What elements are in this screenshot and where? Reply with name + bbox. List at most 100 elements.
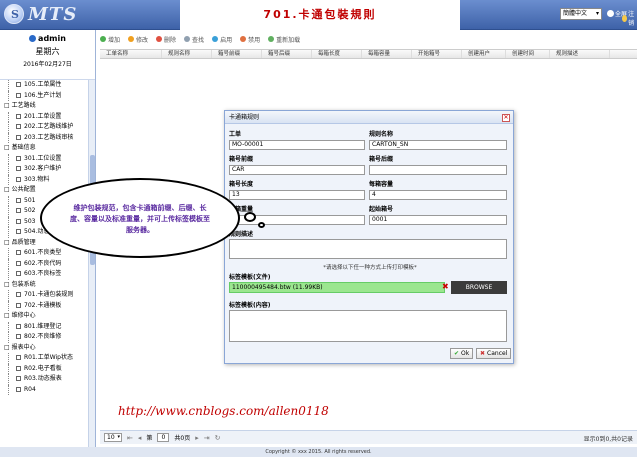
enable-button[interactable]: 启用 [212, 35, 232, 44]
node-icon [16, 197, 21, 203]
nav-item-label: 701.卡通包装规则 [24, 291, 74, 298]
nav-item-label: 301.工位设置 [24, 154, 62, 162]
page-prefix: 第 [146, 435, 153, 442]
nav-item[interactable]: 301.工位设置 [0, 153, 88, 165]
start-input[interactable]: 0001 [369, 215, 507, 225]
column-header[interactable]: 创建时间 [506, 50, 550, 58]
suffix-label: 箱号后缀 [369, 156, 394, 163]
user-name: admin [0, 34, 95, 43]
nav-item-label: R04 [24, 385, 36, 393]
nav-item[interactable]: 105.工单属性 [0, 80, 88, 91]
nav-item[interactable]: R01.工单Wip状态 [0, 353, 88, 364]
node-icon [16, 229, 21, 234]
prefix-input[interactable]: CAR [229, 165, 365, 175]
length-input[interactable]: 13 [229, 190, 365, 200]
nav-group[interactable]: 包装系统 [0, 280, 88, 291]
node-icon [16, 250, 21, 255]
column-header[interactable]: 箱号前缀 [212, 50, 262, 58]
nav-item[interactable]: 801.维理登记 [0, 321, 88, 333]
nav-item-label: 202.工艺路线维护 [24, 123, 74, 130]
nav-item[interactable]: R04 [0, 384, 88, 396]
nav-item[interactable]: 702.卡通模板 [0, 300, 88, 312]
prev-page-icon[interactable]: ◂ [138, 434, 142, 442]
nav-item[interactable]: 603.不良标签 [0, 269, 88, 280]
nav-item-label: 802.不良维修 [24, 333, 62, 340]
nav-item[interactable]: 601.不良类型 [0, 248, 88, 259]
nav-item-label: R03.动态报表 [24, 375, 62, 382]
logo-icon: S [4, 4, 24, 24]
nav-item[interactable]: 203.工艺路线审核 [0, 132, 88, 144]
nav-item[interactable]: 202.工艺路线维护 [0, 122, 88, 133]
nav-group[interactable]: 基础信息 [0, 143, 88, 154]
node-icon [16, 134, 21, 140]
check-icon: ✔ [454, 350, 460, 357]
column-header[interactable]: 工单名称 [100, 50, 162, 58]
close-icon[interactable]: ✕ [502, 114, 510, 122]
pager: 10 ⇤ ◂ 第 0 共0页 ▸ ⇥ ↻ 显示0到0,共0记录 [100, 430, 637, 444]
node-icon [16, 155, 21, 161]
desc-textarea[interactable] [229, 239, 507, 259]
node-icon [16, 355, 21, 360]
node-icon [16, 260, 21, 266]
nav-group[interactable]: 报表中心 [0, 343, 88, 354]
edit-button[interactable]: 修改 [128, 35, 148, 44]
nav-group[interactable]: 维修中心 [0, 311, 88, 322]
column-header[interactable]: 开始箱号 [412, 50, 462, 58]
add-button[interactable]: 增加 [100, 35, 120, 44]
capacity-input[interactable]: 4 [369, 190, 507, 200]
nav-item[interactable]: 602.不良代码 [0, 258, 88, 270]
nav-item[interactable]: 802.不良维修 [0, 332, 88, 343]
nav-item-label: 601.不良类型 [24, 249, 62, 256]
order-label: 工单 [229, 131, 242, 138]
nav-item[interactable]: R03.动态报表 [0, 374, 88, 385]
column-header[interactable]: 每箱容量 [362, 50, 412, 58]
nav-item-label: R02.电子看板 [24, 364, 62, 372]
column-header[interactable]: 规则名称 [162, 50, 212, 58]
suffix-input[interactable] [369, 165, 507, 175]
nav-item-label: 801.维理登记 [24, 322, 62, 330]
disable-button[interactable]: 禁用 [240, 35, 260, 44]
search-button[interactable]: 查找 [184, 35, 204, 44]
nav-item-label: R01.工单Wip状态 [24, 354, 73, 361]
nav-item-label: 106.生产计划 [24, 91, 62, 99]
cancel-button[interactable]: ✖ Cancel [476, 348, 512, 359]
nav-item-label: 维修中心 [11, 312, 36, 319]
delete-file-icon[interactable]: ✖ [442, 282, 450, 291]
node-icon [16, 292, 21, 297]
nav-item[interactable]: 106.生产计划 [0, 90, 88, 102]
nav-item[interactable]: 302.客户维护 [0, 164, 88, 175]
last-page-icon[interactable]: ⇥ [204, 434, 210, 442]
disable-icon [240, 36, 247, 42]
nav-item[interactable]: R02.电子看板 [0, 363, 88, 375]
column-header[interactable]: 规则描述 [550, 50, 610, 58]
user-panel: admin 星期六 2016年02月27日 [0, 30, 95, 80]
nav-group[interactable]: 工艺路线 [0, 101, 88, 112]
browse-button[interactable]: BROWSE [451, 281, 507, 294]
node-icon [16, 176, 21, 182]
length-label: 箱号长度 [229, 181, 254, 188]
column-header[interactable]: 箱号后缀 [262, 50, 312, 58]
ok-button[interactable]: ✔ Ok [450, 348, 474, 359]
order-input[interactable]: MO-00001 [229, 140, 365, 150]
next-page-icon[interactable]: ▸ [195, 434, 199, 442]
first-page-icon[interactable]: ⇤ [127, 434, 133, 442]
rule-name-input[interactable]: CARTON_SN [369, 140, 507, 150]
nav-item[interactable]: 701.卡通包装规则 [0, 290, 88, 301]
page-size-select[interactable]: 10 [104, 433, 122, 442]
template-content-textarea[interactable] [229, 310, 507, 342]
delete-button[interactable]: 删除 [156, 35, 176, 44]
capacity-label: 每箱容量 [369, 181, 394, 188]
page-number-input[interactable]: 0 [157, 433, 170, 442]
callout-bubble: 维护包装规范，包含卡通箱前缀、后缀、长度、容量以及标准重量，并可上传标签模板至服… [40, 178, 240, 258]
logout-button[interactable]: 注销 [622, 9, 637, 27]
refresh-icon[interactable]: ↻ [215, 434, 221, 442]
template-file-input[interactable]: 110000495484.btw (11.99KB) [229, 282, 445, 293]
column-header[interactable]: 创建用户 [462, 50, 506, 58]
nav-item[interactable]: 201.工单设置 [0, 111, 88, 123]
language-select[interactable]: 簡體中文 [560, 8, 602, 20]
node-icon [16, 302, 21, 308]
column-header[interactable]: 每箱长度 [312, 50, 362, 58]
sidebar-scrollbar[interactable] [88, 80, 95, 447]
reload-button[interactable]: 重新加载 [268, 35, 300, 44]
nav-item[interactable]: 303.物料 [0, 174, 88, 186]
